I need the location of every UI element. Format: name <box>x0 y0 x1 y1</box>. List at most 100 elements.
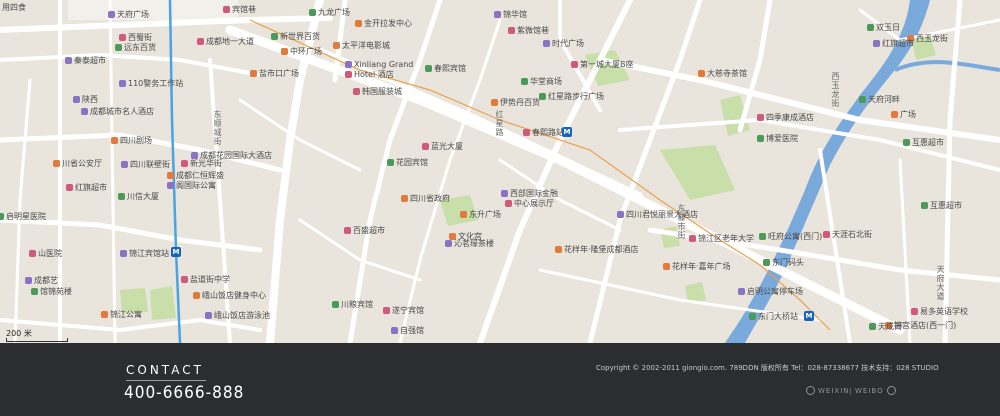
map-place-label[interactable]: 自强馆 <box>400 326 424 336</box>
poi-icon[interactable] <box>53 160 60 167</box>
map-place-label[interactable]: 四川联壁街 <box>130 160 170 170</box>
map-place-label[interactable]: 天府广场 <box>117 10 149 20</box>
poi-icon[interactable] <box>689 235 696 242</box>
map-place-label[interactable]: 峨山饭店游泳池 <box>214 311 270 321</box>
metro-station-icon[interactable]: M <box>562 127 572 137</box>
poi-icon[interactable] <box>422 143 429 150</box>
map-place-label[interactable]: 东门码头 <box>772 258 804 268</box>
map-place-label[interactable]: 春熙路站 <box>532 128 564 138</box>
poi-icon[interactable] <box>118 193 125 200</box>
poi-icon[interactable] <box>73 96 80 103</box>
map-place-label[interactable]: 秦泰超市 <box>74 56 106 66</box>
poi-icon[interactable] <box>193 292 200 299</box>
poi-icon[interactable] <box>250 70 257 77</box>
map-place-label[interactable]: 成都艺 <box>34 276 58 286</box>
map-place-label[interactable]: 110警务工作站 <box>128 79 183 89</box>
map-place-label[interactable]: 四季康成酒店 <box>766 113 814 123</box>
poi-icon[interactable] <box>120 250 127 257</box>
poi-icon[interactable] <box>167 172 174 179</box>
poi-icon[interactable] <box>197 38 204 45</box>
poi-icon[interactable] <box>345 61 352 68</box>
poi-icon[interactable] <box>491 99 498 106</box>
poi-icon[interactable] <box>749 313 756 320</box>
poi-icon[interactable] <box>383 307 390 314</box>
map-place-label[interactable]: 陕西 <box>82 95 98 105</box>
map-place-label[interactable]: 用四食 <box>2 3 26 13</box>
map-place-label[interactable]: 启明星医院 <box>6 212 46 222</box>
map-place-label[interactable]: 遂宁宾馆 <box>392 306 424 316</box>
map-place-label[interactable]: 锦华馆 <box>503 10 527 20</box>
poi-icon[interactable] <box>121 161 128 168</box>
weibo-link[interactable]: WEIBO <box>855 386 896 395</box>
map-place-label[interactable]: 新世界百货 <box>280 32 320 42</box>
poi-icon[interactable] <box>543 40 550 47</box>
map-place-label[interactable]: 盐市口广场 <box>259 69 299 79</box>
map-place-label[interactable]: 新光华街 <box>190 159 222 169</box>
map-place-label[interactable]: 花样年·隆堡成都酒店 <box>564 245 639 255</box>
poi-icon[interactable] <box>167 182 174 189</box>
map-place-label[interactable]: 韩国服装城 <box>362 87 402 97</box>
map-place-label[interactable]: 远东百货 <box>124 43 156 53</box>
poi-icon[interactable] <box>115 44 122 51</box>
poi-icon[interactable] <box>494 11 501 18</box>
map-place-label[interactable]: 华堂商场 <box>530 77 562 87</box>
map-place-label[interactable]: 时代广场 <box>552 39 584 49</box>
map-place-label[interactable]: 宾馆巷 <box>232 5 256 15</box>
poi-icon[interactable] <box>867 24 874 31</box>
map-place-label[interactable]: 伊势丹百货 <box>500 98 540 108</box>
map-place-label[interactable]: 成都城市名人酒店 <box>90 107 154 117</box>
poi-icon[interactable] <box>119 34 126 41</box>
poi-icon[interactable] <box>355 20 362 27</box>
poi-icon[interactable] <box>391 327 398 334</box>
map-place-label[interactable]: 博爱医院 <box>766 134 798 144</box>
map-place-label[interactable]: 大慈寺茶馆 <box>707 69 747 79</box>
poi-icon[interactable] <box>617 211 624 218</box>
map-place-label[interactable]: 红星路步行广场 <box>548 92 604 102</box>
map-place-label[interactable]: 阁国际公寓 <box>176 181 216 191</box>
map-view[interactable]: 用四食 天府广场 宾馆巷 九龙广场 金开拉发中心 锦华馆 紫微馆巷 双玉日 西玉龙街 红旗超市 成都… <box>0 0 1000 343</box>
map-place-label[interactable]: 九龙广场 <box>318 8 350 18</box>
poi-icon[interactable] <box>869 323 876 330</box>
poi-icon[interactable] <box>31 288 38 295</box>
poi-icon[interactable] <box>555 246 562 253</box>
map-place-label[interactable]: 锦江区老年大学 <box>698 234 754 244</box>
map-place-label[interactable]: 四川君悦丽景大酒店 <box>626 210 698 220</box>
poi-icon[interactable] <box>521 78 528 85</box>
poi-icon[interactable] <box>873 40 880 47</box>
map-place-label[interactable]: 山医院 <box>38 249 62 259</box>
poi-icon[interactable] <box>66 184 73 191</box>
map-place-label[interactable]: 西玉龙街 <box>916 34 948 44</box>
poi-icon[interactable] <box>223 6 230 13</box>
poi-icon[interactable] <box>25 277 32 284</box>
poi-icon[interactable] <box>271 33 278 40</box>
map-place-label[interactable]: 蓝光大厦 <box>431 142 463 152</box>
poi-icon[interactable] <box>859 96 866 103</box>
map-place-label[interactable]: Xinliang Grand <box>354 60 413 70</box>
map-place-label[interactable]: 沁茗缘茶楼 <box>454 239 494 249</box>
poi-icon[interactable] <box>401 195 408 202</box>
poi-icon[interactable] <box>757 114 764 121</box>
map-place-label[interactable]: Hotel 酒店 <box>354 70 394 80</box>
poi-icon[interactable] <box>353 88 360 95</box>
map-place-label[interactable]: 馆锦苑楼 <box>40 287 72 297</box>
map-place-label[interactable]: 天府河畔 <box>868 95 900 105</box>
poi-icon[interactable] <box>911 308 918 315</box>
poi-icon[interactable] <box>903 139 910 146</box>
map-place-label[interactable]: 峨山饭店健身中心 <box>202 291 266 301</box>
map-place-label[interactable]: 金开拉发中心 <box>364 19 412 29</box>
map-place-label[interactable]: 旺府公寓(西门) <box>768 232 822 242</box>
poi-icon[interactable] <box>763 259 770 266</box>
poi-icon[interactable] <box>181 160 188 167</box>
poi-icon[interactable] <box>111 137 118 144</box>
poi-icon[interactable] <box>0 213 4 220</box>
poi-icon[interactable] <box>281 48 288 55</box>
poi-icon[interactable] <box>344 227 351 234</box>
map-place-label[interactable]: 西蜀街 <box>128 33 152 43</box>
poi-icon[interactable] <box>345 71 352 78</box>
poi-icon[interactable] <box>205 312 212 319</box>
map-place-label[interactable]: 锦宫酒店(西一门) <box>894 321 956 331</box>
poi-icon[interactable] <box>65 57 72 64</box>
map-place-label[interactable]: 天成街 <box>878 322 902 332</box>
map-place-label[interactable]: 四川剧场 <box>120 136 152 146</box>
map-place-label[interactable]: 川粮宾馆 <box>341 300 373 310</box>
